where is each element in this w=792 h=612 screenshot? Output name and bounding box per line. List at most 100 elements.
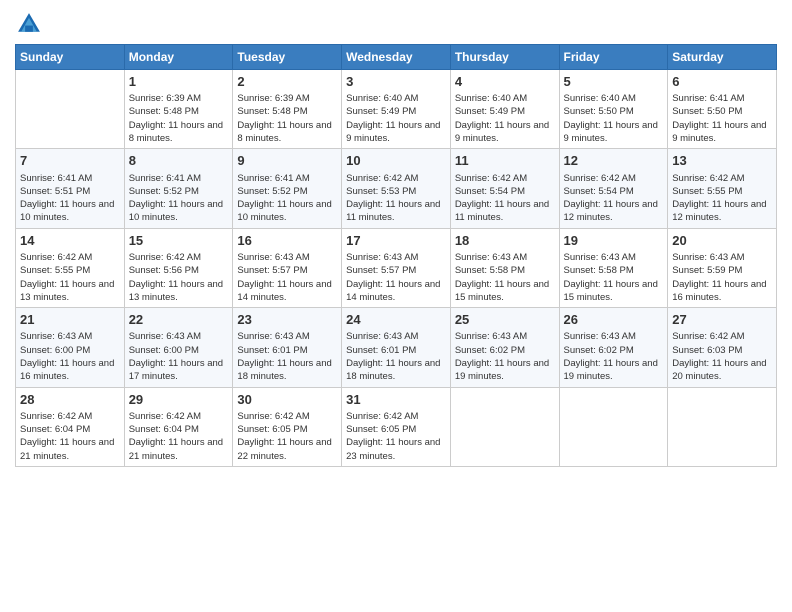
week-row-3: 14Sunrise: 6:42 AMSunset: 5:55 PMDayligh… — [16, 228, 777, 307]
day-number: 1 — [129, 73, 229, 91]
week-row-2: 7 Sunrise: 6:41 AMSunset: 5:51 PMDaylight… — [16, 149, 777, 228]
day-info: Sunrise: 6:41 AMSunset: 5:51 PMDaylight:… — [20, 172, 120, 225]
header-day-friday: Friday — [559, 45, 668, 70]
header-day-sunday: Sunday — [16, 45, 125, 70]
day-number: 6 — [672, 73, 772, 91]
week-row-1: 1Sunrise: 6:39 AMSunset: 5:48 PMDaylight… — [16, 70, 777, 149]
day-info: Sunrise: 6:42 AMSunset: 6:04 PMDaylight:… — [129, 410, 229, 463]
calendar-cell — [450, 387, 559, 466]
calendar-cell: 8 Sunrise: 6:41 AMSunset: 5:52 PMDaylight… — [124, 149, 233, 228]
calendar-cell: 7 Sunrise: 6:41 AMSunset: 5:51 PMDaylight… — [16, 149, 125, 228]
day-number: 14 — [20, 232, 120, 250]
calendar-cell: 14Sunrise: 6:42 AMSunset: 5:55 PMDayligh… — [16, 228, 125, 307]
day-number: 16 — [237, 232, 337, 250]
calendar-cell: 28Sunrise: 6:42 AMSunset: 6:04 PMDayligh… — [16, 387, 125, 466]
day-number: 11 — [455, 152, 555, 170]
day-number: 8 — [129, 152, 229, 170]
day-info: Sunrise: 6:43 AMSunset: 6:00 PMDaylight:… — [129, 330, 229, 383]
calendar-cell: 6Sunrise: 6:41 AMSunset: 5:50 PMDaylight… — [668, 70, 777, 149]
day-number: 28 — [20, 391, 120, 409]
header-day-thursday: Thursday — [450, 45, 559, 70]
day-info: Sunrise: 6:42 AMSunset: 6:05 PMDaylight:… — [237, 410, 337, 463]
day-number: 3 — [346, 73, 446, 91]
day-number: 2 — [237, 73, 337, 91]
day-number: 17 — [346, 232, 446, 250]
day-info: Sunrise: 6:40 AMSunset: 5:50 PMDaylight:… — [564, 92, 664, 145]
calendar-cell: 23Sunrise: 6:43 AMSunset: 6:01 PMDayligh… — [233, 308, 342, 387]
day-number: 22 — [129, 311, 229, 329]
day-number: 10 — [346, 152, 446, 170]
day-info: Sunrise: 6:43 AMSunset: 5:59 PMDaylight:… — [672, 251, 772, 304]
header-day-saturday: Saturday — [668, 45, 777, 70]
day-info: Sunrise: 6:41 AMSunset: 5:50 PMDaylight:… — [672, 92, 772, 145]
calendar-cell: 20Sunrise: 6:43 AMSunset: 5:59 PMDayligh… — [668, 228, 777, 307]
calendar-table: SundayMondayTuesdayWednesdayThursdayFrid… — [15, 44, 777, 467]
day-info: Sunrise: 6:42 AMSunset: 5:54 PMDaylight:… — [455, 172, 555, 225]
day-number: 19 — [564, 232, 664, 250]
day-number: 31 — [346, 391, 446, 409]
day-info: Sunrise: 6:43 AMSunset: 6:00 PMDaylight:… — [20, 330, 120, 383]
calendar-cell: 25Sunrise: 6:43 AMSunset: 6:02 PMDayligh… — [450, 308, 559, 387]
day-info: Sunrise: 6:41 AMSunset: 5:52 PMDaylight:… — [129, 172, 229, 225]
day-number: 13 — [672, 152, 772, 170]
day-number: 20 — [672, 232, 772, 250]
calendar-cell: 1Sunrise: 6:39 AMSunset: 5:48 PMDaylight… — [124, 70, 233, 149]
calendar-cell: 29Sunrise: 6:42 AMSunset: 6:04 PMDayligh… — [124, 387, 233, 466]
day-number: 7 — [20, 152, 120, 170]
week-row-5: 28Sunrise: 6:42 AMSunset: 6:04 PMDayligh… — [16, 387, 777, 466]
day-info: Sunrise: 6:42 AMSunset: 5:55 PMDaylight:… — [672, 172, 772, 225]
calendar-cell: 16Sunrise: 6:43 AMSunset: 5:57 PMDayligh… — [233, 228, 342, 307]
day-number: 12 — [564, 152, 664, 170]
calendar-cell: 26Sunrise: 6:43 AMSunset: 6:02 PMDayligh… — [559, 308, 668, 387]
day-number: 25 — [455, 311, 555, 329]
calendar-cell: 21Sunrise: 6:43 AMSunset: 6:00 PMDayligh… — [16, 308, 125, 387]
calendar-cell: 12 Sunrise: 6:42 AMSunset: 5:54 PMDayligh… — [559, 149, 668, 228]
calendar-cell: 18Sunrise: 6:43 AMSunset: 5:58 PMDayligh… — [450, 228, 559, 307]
day-number: 29 — [129, 391, 229, 409]
day-info: Sunrise: 6:40 AMSunset: 5:49 PMDaylight:… — [346, 92, 446, 145]
page-header — [15, 10, 777, 38]
calendar-cell: 2Sunrise: 6:39 AMSunset: 5:48 PMDaylight… — [233, 70, 342, 149]
day-info: Sunrise: 6:42 AMSunset: 5:53 PMDaylight:… — [346, 172, 446, 225]
day-number: 15 — [129, 232, 229, 250]
day-info: Sunrise: 6:43 AMSunset: 5:58 PMDaylight:… — [455, 251, 555, 304]
calendar-cell — [668, 387, 777, 466]
calendar-cell: 24Sunrise: 6:43 AMSunset: 6:01 PMDayligh… — [342, 308, 451, 387]
day-info: Sunrise: 6:43 AMSunset: 5:57 PMDaylight:… — [346, 251, 446, 304]
day-number: 4 — [455, 73, 555, 91]
day-info: Sunrise: 6:42 AMSunset: 6:04 PMDaylight:… — [20, 410, 120, 463]
calendar-cell: 30Sunrise: 6:42 AMSunset: 6:05 PMDayligh… — [233, 387, 342, 466]
calendar-cell: 9Sunrise: 6:41 AMSunset: 5:52 PMDaylight… — [233, 149, 342, 228]
header-day-wednesday: Wednesday — [342, 45, 451, 70]
day-info: Sunrise: 6:42 AMSunset: 5:55 PMDaylight:… — [20, 251, 120, 304]
day-info: Sunrise: 6:43 AMSunset: 6:01 PMDaylight:… — [346, 330, 446, 383]
week-row-4: 21Sunrise: 6:43 AMSunset: 6:00 PMDayligh… — [16, 308, 777, 387]
day-number: 18 — [455, 232, 555, 250]
calendar-cell: 27Sunrise: 6:42 AMSunset: 6:03 PMDayligh… — [668, 308, 777, 387]
day-info: Sunrise: 6:43 AMSunset: 6:02 PMDaylight:… — [455, 330, 555, 383]
day-info: Sunrise: 6:43 AMSunset: 6:02 PMDaylight:… — [564, 330, 664, 383]
calendar-cell: 3Sunrise: 6:40 AMSunset: 5:49 PMDaylight… — [342, 70, 451, 149]
day-number: 30 — [237, 391, 337, 409]
day-info: Sunrise: 6:39 AMSunset: 5:48 PMDaylight:… — [129, 92, 229, 145]
day-info: Sunrise: 6:42 AMSunset: 6:03 PMDaylight:… — [672, 330, 772, 383]
calendar-cell: 5Sunrise: 6:40 AMSunset: 5:50 PMDaylight… — [559, 70, 668, 149]
logo-icon — [15, 10, 43, 38]
calendar-cell — [16, 70, 125, 149]
calendar-cell: 31Sunrise: 6:42 AMSunset: 6:05 PMDayligh… — [342, 387, 451, 466]
day-number: 26 — [564, 311, 664, 329]
day-info: Sunrise: 6:43 AMSunset: 5:57 PMDaylight:… — [237, 251, 337, 304]
header-day-monday: Monday — [124, 45, 233, 70]
day-number: 9 — [237, 152, 337, 170]
calendar-cell: 17Sunrise: 6:43 AMSunset: 5:57 PMDayligh… — [342, 228, 451, 307]
calendar-cell: 15Sunrise: 6:42 AMSunset: 5:56 PMDayligh… — [124, 228, 233, 307]
day-info: Sunrise: 6:43 AMSunset: 6:01 PMDaylight:… — [237, 330, 337, 383]
day-number: 5 — [564, 73, 664, 91]
day-info: Sunrise: 6:42 AMSunset: 6:05 PMDaylight:… — [346, 410, 446, 463]
day-info: Sunrise: 6:42 AMSunset: 5:56 PMDaylight:… — [129, 251, 229, 304]
calendar-cell: 4Sunrise: 6:40 AMSunset: 5:49 PMDaylight… — [450, 70, 559, 149]
calendar-cell: 11 Sunrise: 6:42 AMSunset: 5:54 PMDayligh… — [450, 149, 559, 228]
day-number: 24 — [346, 311, 446, 329]
calendar-cell: 22Sunrise: 6:43 AMSunset: 6:00 PMDayligh… — [124, 308, 233, 387]
day-info: Sunrise: 6:42 AMSunset: 5:54 PMDaylight:… — [564, 172, 664, 225]
